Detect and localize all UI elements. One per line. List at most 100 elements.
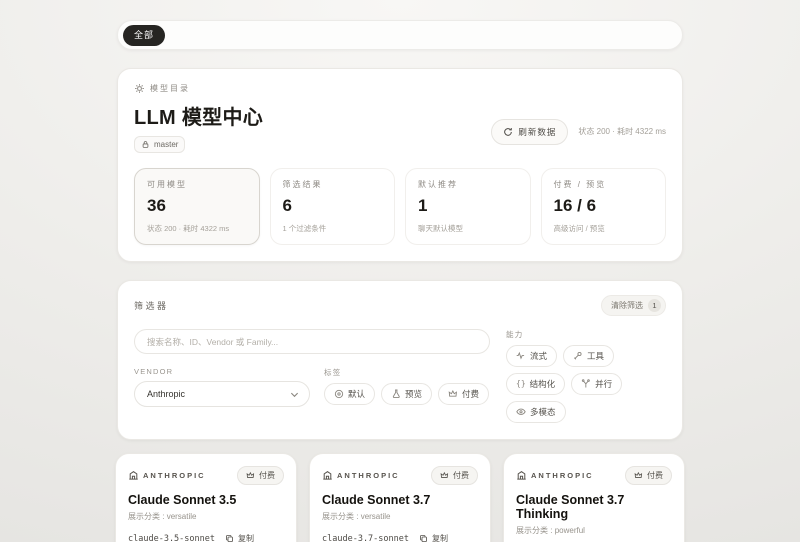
filter-title: 筛选器 xyxy=(134,299,169,312)
filter-left-column: VENDOR Anthropic 标签 默认 xyxy=(134,329,490,423)
tag-chip-paid[interactable]: 付费 xyxy=(438,383,489,405)
vendor-label: VENDOR xyxy=(134,367,310,376)
stat-label: 默认推荐 xyxy=(418,179,518,190)
wave-icon xyxy=(516,351,526,361)
tag-chip-label: 付费 xyxy=(462,388,479,400)
model-id: claude-3.5-sonnet xyxy=(128,534,215,542)
branch-icon xyxy=(581,379,591,389)
status-text: 状态 200 · 耗时 4322 ms xyxy=(578,126,666,137)
paid-badge-label: 付费 xyxy=(647,470,663,481)
tag-chip-preview[interactable]: 预览 xyxy=(381,383,432,405)
tag-chip-default[interactable]: 默认 xyxy=(324,383,375,405)
page-title: LLM 模型中心 xyxy=(134,101,263,130)
refresh-icon xyxy=(503,127,513,137)
stat-filter-results: 筛选结果 6 1 个过滤条件 xyxy=(270,168,396,245)
vendor-name: ANTHROPIC xyxy=(143,471,206,480)
tags-block: 标签 默认 预览 付费 xyxy=(324,367,489,407)
capability-chip-structured[interactable]: {} 结构化 xyxy=(506,373,565,395)
building-icon xyxy=(516,470,527,481)
branch-label: master xyxy=(154,140,178,149)
model-card-claude-sonnet-3-7-thinking[interactable]: ANTHROPIC 付费 Claude Sonnet 3.7 Thinking … xyxy=(503,453,685,542)
filter-panel: 筛选器 清除筛选 1 VENDOR Anthropic xyxy=(117,280,683,440)
stat-value: 1 xyxy=(418,196,518,216)
paid-badge: 付费 xyxy=(431,466,478,485)
model-card-claude-sonnet-3-5[interactable]: ANTHROPIC 付费 Claude Sonnet 3.5 展示分类 : ve… xyxy=(115,453,297,542)
building-icon xyxy=(322,470,333,481)
page-root: 全部 模型目录 LLM 模型中心 master 刷新数据 状态 xyxy=(117,0,683,542)
vendor-block: VENDOR Anthropic xyxy=(134,367,310,407)
stat-value: 6 xyxy=(283,196,383,216)
category-value: powerful xyxy=(555,526,585,535)
model-title: Claude Sonnet 3.5 xyxy=(128,493,284,507)
capability-chip-label: 工具 xyxy=(587,350,604,362)
model-cards-grid: ANTHROPIC 付费 Claude Sonnet 3.5 展示分类 : ve… xyxy=(115,453,685,542)
vendor-name: ANTHROPIC xyxy=(531,471,594,480)
stat-default-recommend: 默认推荐 1 聊天默认模型 xyxy=(405,168,531,245)
model-id: claude-3.7-sonnet xyxy=(322,534,409,542)
paid-badge: 付费 xyxy=(237,466,284,485)
category-label: 展示分类 : xyxy=(128,512,164,521)
crown-icon xyxy=(448,389,458,399)
search-input[interactable] xyxy=(134,329,490,354)
vendor-row: ANTHROPIC xyxy=(516,470,594,481)
capability-chip-multimodal[interactable]: 多模态 xyxy=(506,401,566,423)
copy-model-id-button[interactable]: 复制 xyxy=(419,533,448,542)
stat-paid-preview: 付费 / 预览 16 / 6 高级访问 / 预览 xyxy=(541,168,667,245)
clear-filters-button[interactable]: 清除筛选 1 xyxy=(601,295,666,316)
paid-badge: 付费 xyxy=(625,466,672,485)
breadcrumb-label: 模型目录 xyxy=(150,83,190,94)
stat-sub: 聊天默认模型 xyxy=(418,223,518,234)
model-category: 展示分类 : powerful xyxy=(516,525,672,536)
category-label: 展示分类 : xyxy=(322,512,358,521)
stat-sub: 高级访问 / 预览 xyxy=(554,223,654,234)
vendor-row: ANTHROPIC xyxy=(322,470,400,481)
header-left: 模型目录 LLM 模型中心 master xyxy=(134,83,263,154)
paid-badge-label: 付费 xyxy=(259,470,275,481)
lock-icon xyxy=(141,140,150,149)
stat-label: 付费 / 预览 xyxy=(554,179,654,190)
crown-icon xyxy=(246,471,255,480)
breadcrumb: 模型目录 xyxy=(134,83,263,94)
refresh-label: 刷新数据 xyxy=(518,126,556,138)
gear-icon xyxy=(134,83,145,94)
branch-badge: master xyxy=(134,136,185,153)
vendor-row: ANTHROPIC xyxy=(128,470,206,481)
model-title: Claude Sonnet 3.7 xyxy=(322,493,478,507)
flask-icon xyxy=(391,389,401,399)
top-filter-bar: 全部 xyxy=(117,20,683,50)
tag-chip-label: 预览 xyxy=(405,388,422,400)
wrench-icon xyxy=(573,351,583,361)
vendor-select[interactable]: Anthropic xyxy=(134,381,310,407)
copy-model-id-button[interactable]: 复制 xyxy=(225,533,254,542)
capability-chip-streaming[interactable]: 流式 xyxy=(506,345,557,367)
copy-icon xyxy=(419,534,428,542)
model-title: Claude Sonnet 3.7 Thinking xyxy=(516,493,672,521)
braces-icon: {} xyxy=(516,380,526,388)
category-value: versatile xyxy=(167,512,197,521)
capability-chip-tools[interactable]: 工具 xyxy=(563,345,614,367)
capabilities-block: 能力 流式 工具 {} 结构化 xyxy=(506,329,666,423)
stat-available-models: 可用模型 36 状态 200 · 耗时 4322 ms xyxy=(134,168,260,245)
model-card-claude-sonnet-3-7[interactable]: ANTHROPIC 付费 Claude Sonnet 3.7 展示分类 : ve… xyxy=(309,453,491,542)
crown-icon xyxy=(440,471,449,480)
vendor-select-value: Anthropic xyxy=(147,389,185,399)
stat-value: 36 xyxy=(147,196,247,216)
clear-filters-count-badge: 1 xyxy=(648,299,661,312)
model-category: 展示分类 : versatile xyxy=(322,511,478,522)
tab-all[interactable]: 全部 xyxy=(123,25,165,46)
refresh-data-button[interactable]: 刷新数据 xyxy=(491,119,568,145)
stat-sub: 1 个过滤条件 xyxy=(283,223,383,234)
copy-icon xyxy=(225,534,234,542)
chevron-down-icon xyxy=(290,390,299,399)
header-right: 刷新数据 状态 200 · 耗时 4322 ms xyxy=(491,119,666,145)
capability-chip-parallel[interactable]: 并行 xyxy=(571,373,622,395)
header-panel: 模型目录 LLM 模型中心 master 刷新数据 状态 200 · 耗时 43… xyxy=(117,68,683,262)
stat-label: 可用模型 xyxy=(147,179,247,190)
paid-badge-label: 付费 xyxy=(453,470,469,481)
building-icon xyxy=(128,470,139,481)
clear-filters-label: 清除筛选 xyxy=(611,300,643,311)
category-label: 展示分类 : xyxy=(516,526,552,535)
category-value: versatile xyxy=(361,512,391,521)
copy-label: 复制 xyxy=(238,533,254,542)
stat-sub: 状态 200 · 耗时 4322 ms xyxy=(147,223,247,234)
